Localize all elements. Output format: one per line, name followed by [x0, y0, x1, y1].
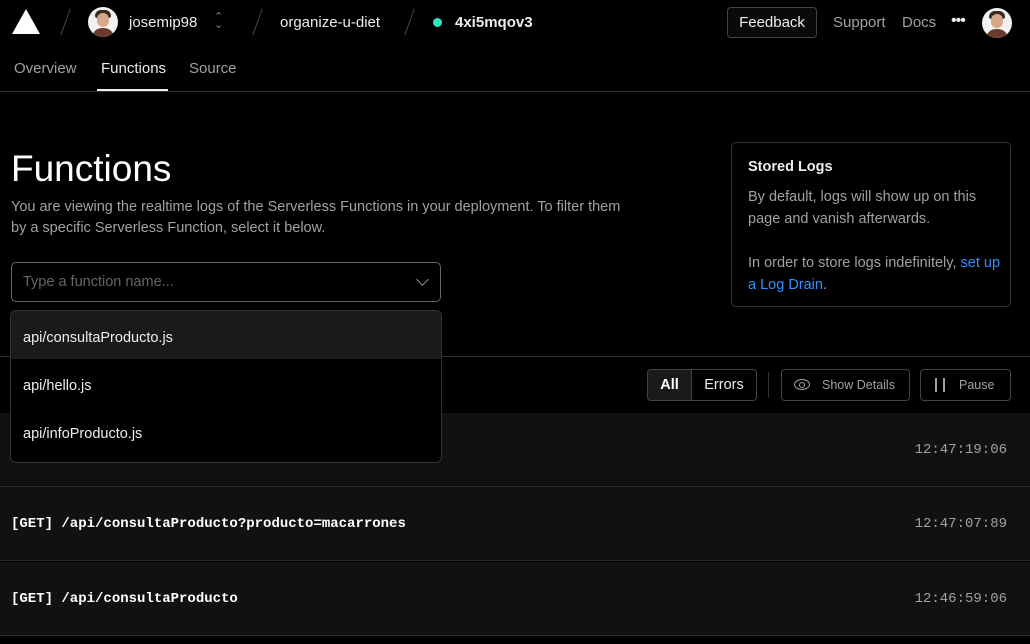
- more-menu-icon[interactable]: •••: [951, 12, 966, 30]
- pause-button[interactable]: Pause: [920, 369, 1011, 401]
- drain-text-prefix: In order to store logs indefinitely,: [748, 255, 957, 271]
- function-search-input[interactable]: [23, 272, 403, 292]
- log-request: [GET] /api/consultaProducto: [11, 591, 238, 607]
- toolbar-separator: [768, 372, 769, 398]
- project-tabs: Overview Functions Source: [0, 44, 1030, 92]
- tab-source[interactable]: Source: [189, 60, 237, 77]
- dropdown-option[interactable]: api/hello.js: [11, 359, 441, 407]
- stored-logs-card: Stored Logs By default, logs will show u…: [731, 142, 1011, 307]
- tab-functions[interactable]: Functions: [101, 60, 166, 77]
- log-request: [GET] /api/consultaProducto?producto=mac…: [11, 516, 406, 532]
- drain-text-suffix: .: [822, 277, 827, 293]
- log-timestamp: 12:47:19:06: [914, 442, 1007, 458]
- log-filter-segmented: All Errors: [647, 369, 757, 401]
- docs-link[interactable]: Docs: [902, 14, 936, 31]
- switch-account-chevron-icon[interactable]: ⌃ ⌄: [214, 12, 223, 31]
- filter-errors-button[interactable]: Errors: [692, 370, 756, 400]
- breadcrumb-separator: [60, 8, 71, 36]
- chevron-down-icon[interactable]: [416, 273, 429, 286]
- stored-logs-drain-text: In order to store logs indefinitely, set…: [748, 252, 1000, 296]
- log-timestamp: 12:46:59:06: [914, 591, 1007, 607]
- user-avatar[interactable]: [88, 7, 118, 37]
- page-description: You are viewing the realtime logs of the…: [11, 199, 621, 236]
- support-link[interactable]: Support: [833, 14, 886, 31]
- stored-logs-text: By default, logs will show up on this pa…: [748, 189, 977, 227]
- show-details-button[interactable]: Show Details: [781, 369, 910, 401]
- breadcrumb-separator: [404, 8, 415, 36]
- breadcrumb-deployment[interactable]: 4xi5mqov3: [455, 14, 533, 31]
- pause-icon: [935, 378, 945, 392]
- breadcrumb-separator: [252, 8, 263, 36]
- eye-icon: [794, 379, 810, 390]
- breadcrumb-project[interactable]: organize-u-diet: [280, 14, 380, 31]
- page-title: Functions: [11, 148, 172, 189]
- tab-overview[interactable]: Overview: [14, 60, 77, 77]
- log-row[interactable]: [GET] /api/consultaProducto?producto=mac…: [0, 487, 1030, 561]
- feedback-button[interactable]: Feedback: [727, 7, 817, 38]
- account-avatar[interactable]: [982, 8, 1012, 38]
- show-details-label: Show Details: [822, 378, 895, 392]
- dropdown-option[interactable]: api/consultaProducto.js: [11, 311, 441, 359]
- top-bar: josemip98 ⌃ ⌄ organize-u-diet 4xi5mqov3 F…: [0, 0, 1030, 44]
- log-timestamp: 12:47:07:89: [914, 516, 1007, 532]
- function-select[interactable]: [11, 262, 441, 302]
- filter-all-button[interactable]: All: [648, 370, 692, 400]
- function-dropdown-list: api/consultaProducto.js api/hello.js api…: [10, 310, 442, 463]
- stored-logs-title: Stored Logs: [748, 159, 833, 175]
- pause-label: Pause: [959, 378, 995, 392]
- vercel-logo-icon[interactable]: [12, 9, 40, 34]
- dropdown-option[interactable]: api/infoProducto.js: [11, 407, 441, 455]
- breadcrumb-user[interactable]: josemip98: [129, 14, 197, 31]
- deployment-status-dot: [433, 18, 442, 27]
- log-row[interactable]: [GET] /api/consultaProducto 12:46:59:06: [0, 562, 1030, 636]
- active-tab-indicator: [97, 89, 168, 91]
